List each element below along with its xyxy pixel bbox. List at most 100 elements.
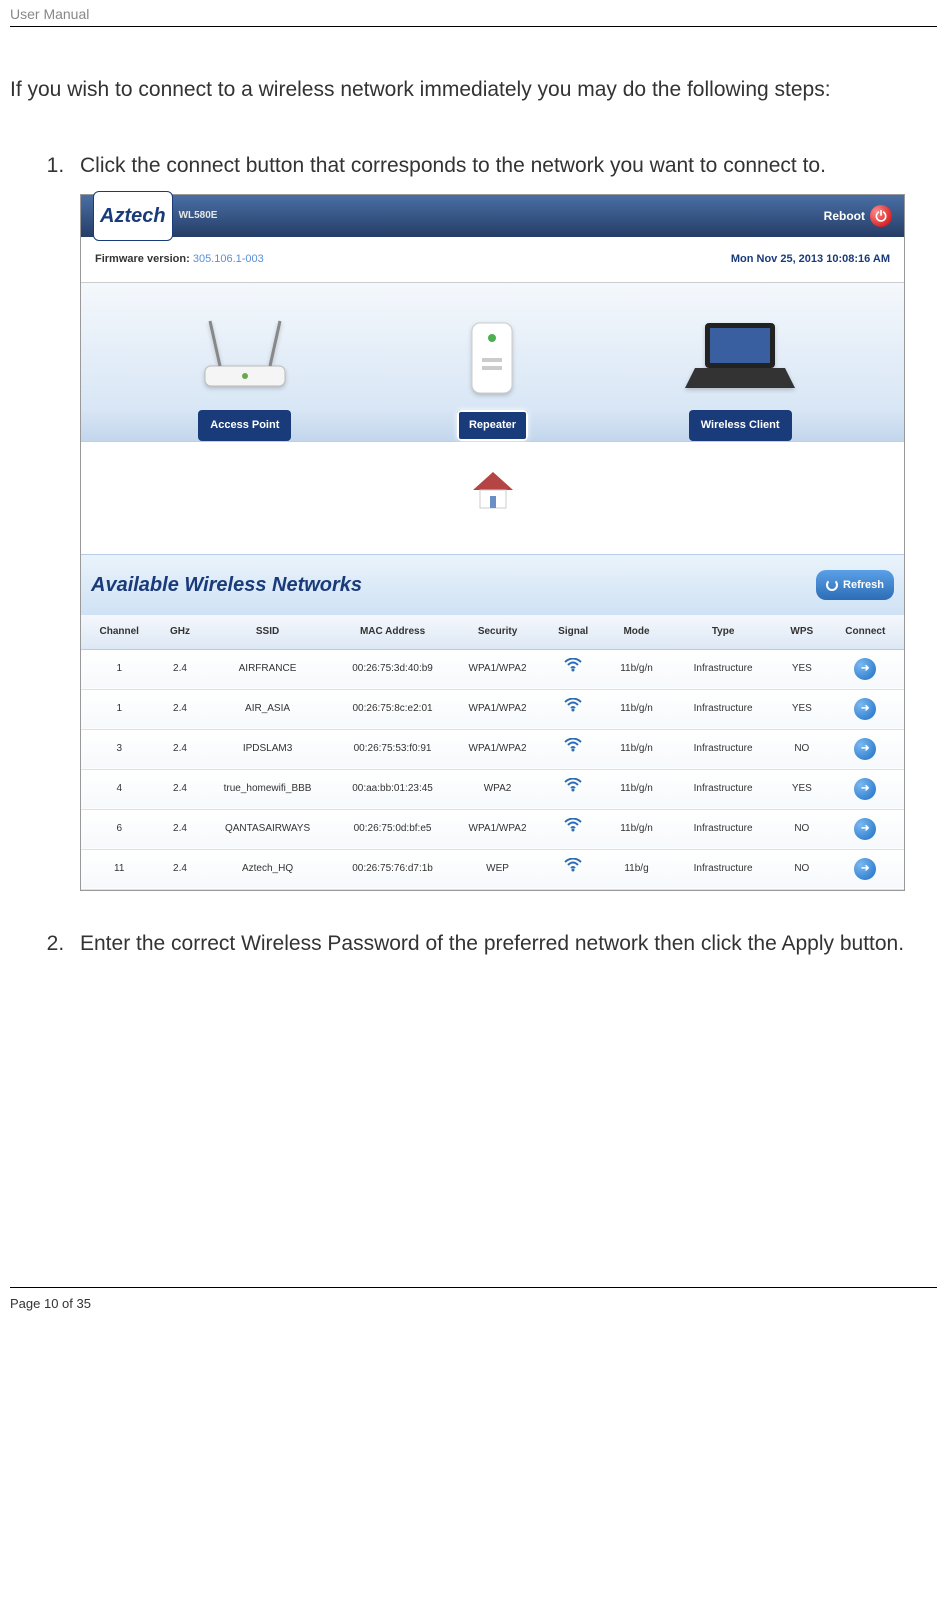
cell-signal: [543, 809, 604, 849]
col-signal: Signal: [543, 615, 604, 650]
wifi-signal-icon: [564, 818, 582, 832]
connect-button[interactable]: ➔: [854, 778, 876, 800]
section-header: Available Wireless Networks Refresh: [81, 554, 904, 615]
cell-signal: [543, 769, 604, 809]
cell-ghz: 2.4: [157, 809, 202, 849]
cell-security: WPA1/WPA2: [453, 689, 543, 729]
cell-channel: 11: [81, 849, 157, 889]
laptop-icon: [680, 303, 800, 408]
connect-button[interactable]: ➔: [854, 818, 876, 840]
cell-wps: YES: [777, 689, 827, 729]
cell-connect: ➔: [827, 809, 904, 849]
wifi-signal-icon: [564, 858, 582, 872]
col-ghz: GHz: [157, 615, 202, 650]
cell-security: WEP: [453, 849, 543, 889]
power-icon: ⏻: [870, 205, 892, 227]
cell-mode: 11b/g/n: [604, 689, 669, 729]
wifi-signal-icon: [564, 778, 582, 792]
table-row: 12.4AIRFRANCE00:26:75:3d:40:b9WPA1/WPA21…: [81, 649, 904, 689]
sub-bar: Firmware version: 305.106.1-003 Mon Nov …: [81, 237, 904, 281]
cell-channel: 3: [81, 729, 157, 769]
top-bar: Aztech WL580E Reboot ⏻: [81, 195, 904, 237]
col-type: Type: [669, 615, 777, 650]
step-2: Enter the correct Wireless Password of t…: [70, 921, 937, 967]
connect-button[interactable]: ➔: [854, 738, 876, 760]
col-wps: WPS: [777, 615, 827, 650]
refresh-icon: [826, 579, 838, 591]
table-row: 62.4QANTASAIRWAYS00:26:75:0d:bf:e5WPA1/W…: [81, 809, 904, 849]
cell-type: Infrastructure: [669, 809, 777, 849]
cell-ssid: AIR_ASIA: [203, 689, 333, 729]
cell-channel: 1: [81, 689, 157, 729]
cell-ssid: true_homewifi_BBB: [203, 769, 333, 809]
refresh-button[interactable]: Refresh: [816, 570, 894, 600]
refresh-label: Refresh: [843, 573, 884, 597]
cell-ghz: 2.4: [157, 769, 202, 809]
mode-repeater[interactable]: Repeater: [432, 303, 552, 440]
col-mac: MAC Address: [333, 615, 453, 650]
datetime: Mon Nov 25, 2013 10:08:16 AM: [731, 247, 890, 271]
cell-ssid: Aztech_HQ: [203, 849, 333, 889]
cell-wps: NO: [777, 849, 827, 889]
table-row: 12.4AIR_ASIA00:26:75:8c:e2:01WPA1/WPA211…: [81, 689, 904, 729]
step-2-text: Enter the correct Wireless Password of t…: [80, 932, 904, 955]
repeater-icon: [432, 303, 552, 408]
cell-mode: 11b/g: [604, 849, 669, 889]
networks-table: Channel GHz SSID MAC Address Security Si…: [81, 615, 904, 890]
step-1-text: Click the connect button that correspond…: [80, 154, 826, 177]
cell-type: Infrastructure: [669, 729, 777, 769]
cell-mode: 11b/g/n: [604, 649, 669, 689]
cell-channel: 4: [81, 769, 157, 809]
cell-signal: [543, 689, 604, 729]
cell-wps: NO: [777, 809, 827, 849]
cell-wps: YES: [777, 769, 827, 809]
col-ssid: SSID: [203, 615, 333, 650]
table-row: 112.4Aztech_HQ00:26:75:76:d7:1bWEP11b/gI…: [81, 849, 904, 889]
col-channel: Channel: [81, 615, 157, 650]
mode-wireless-client[interactable]: Wireless Client: [680, 303, 800, 440]
cell-ghz: 2.4: [157, 649, 202, 689]
mode-ap-label: Access Point: [198, 410, 291, 440]
cell-mac: 00:26:75:0d:bf:e5: [333, 809, 453, 849]
firmware-label: Firmware version:: [95, 253, 190, 265]
home-icon[interactable]: [468, 470, 518, 510]
cell-ssid: QANTASAIRWAYS: [203, 809, 333, 849]
connect-button[interactable]: ➔: [854, 658, 876, 680]
mode-access-point[interactable]: Access Point: [185, 303, 305, 440]
cell-connect: ➔: [827, 849, 904, 889]
logo-wrap: Aztech WL580E: [93, 191, 217, 241]
cell-ghz: 2.4: [157, 849, 202, 889]
cell-security: WPA1/WPA2: [453, 649, 543, 689]
firmware-version: Firmware version: 305.106.1-003: [95, 247, 264, 271]
cell-signal: [543, 649, 604, 689]
cell-channel: 6: [81, 809, 157, 849]
mode-repeater-label: Repeater: [457, 410, 528, 440]
cell-ssid: AIRFRANCE: [203, 649, 333, 689]
firmware-value: 305.106.1-003: [193, 253, 264, 265]
cell-ghz: 2.4: [157, 689, 202, 729]
cell-connect: ➔: [827, 729, 904, 769]
wifi-signal-icon: [564, 658, 582, 672]
connect-button[interactable]: ➔: [854, 858, 876, 880]
cell-connect: ➔: [827, 689, 904, 729]
section-title: Available Wireless Networks: [91, 563, 362, 607]
page-footer: Page 10 of 35: [10, 1287, 937, 1319]
cell-ghz: 2.4: [157, 729, 202, 769]
cell-type: Infrastructure: [669, 689, 777, 729]
table-row: 32.4IPDSLAM300:26:75:53:f0:91WPA1/WPA211…: [81, 729, 904, 769]
cell-mac: 00:aa:bb:01:23:45: [333, 769, 453, 809]
cell-security: WPA2: [453, 769, 543, 809]
mode-client-label: Wireless Client: [689, 410, 792, 440]
cell-mac: 00:26:75:53:f0:91: [333, 729, 453, 769]
cell-type: Infrastructure: [669, 649, 777, 689]
col-mode: Mode: [604, 615, 669, 650]
brand-logo: Aztech: [93, 191, 173, 241]
cell-connect: ➔: [827, 649, 904, 689]
reboot-button[interactable]: Reboot ⏻: [824, 203, 892, 229]
cell-wps: NO: [777, 729, 827, 769]
cell-mac: 00:26:75:3d:40:b9: [333, 649, 453, 689]
wifi-signal-icon: [564, 738, 582, 752]
page-header: User Manual: [10, 0, 937, 27]
connect-button[interactable]: ➔: [854, 698, 876, 720]
model-label: WL580E: [179, 205, 218, 227]
